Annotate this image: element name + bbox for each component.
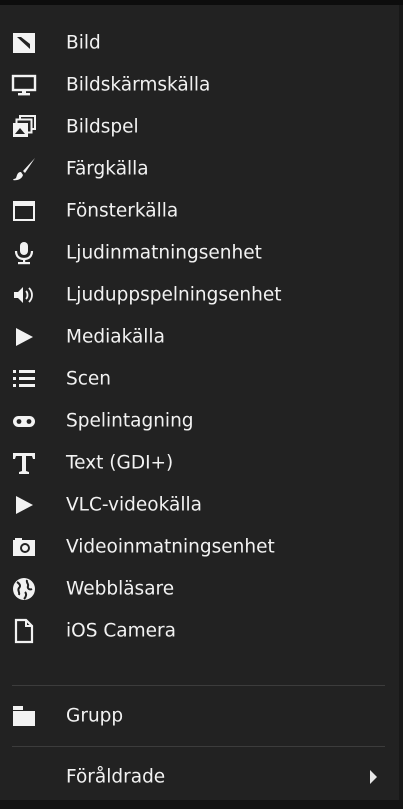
menu-item-label: iOS Camera xyxy=(66,620,176,642)
menu-item-label: Färgkälla xyxy=(66,158,149,180)
microphone-icon xyxy=(10,239,38,267)
menu-item-bild[interactable]: Bild xyxy=(0,22,399,64)
menu-item-label: Ljudinmatningsenhet xyxy=(66,242,262,264)
menu-item-label: Mediakälla xyxy=(66,326,165,348)
menu-item-mediakalla[interactable]: Mediakälla xyxy=(0,316,399,358)
add-source-context-menu: Bild Bildskärmskälla Bildspel Färgkälla … xyxy=(0,0,403,809)
menu-item-text-gdi[interactable]: Text (GDI+) xyxy=(0,442,399,484)
menu-item-label: Grupp xyxy=(66,705,124,727)
menu-item-label: VLC-videokälla xyxy=(66,494,202,516)
monitor-icon xyxy=(10,71,38,99)
image-icon xyxy=(10,29,38,57)
menu-separator xyxy=(12,746,385,747)
file-icon xyxy=(10,617,38,645)
menu-item-spelintagning[interactable]: Spelintagning xyxy=(0,400,399,442)
menu-item-label: Text (GDI+) xyxy=(66,452,174,474)
window-icon xyxy=(10,197,38,225)
menu-item-label: Ljuduppspelningsenhet xyxy=(66,284,282,306)
menu-separator xyxy=(12,685,385,686)
menu-item-foraldrade[interactable]: Föråldrade xyxy=(0,756,399,798)
menu-item-label: Bild xyxy=(66,32,101,54)
menu-item-label: Videoinmatningsenhet xyxy=(66,536,275,558)
chevron-right-icon xyxy=(370,770,377,784)
menu-item-bildskarmskalla[interactable]: Bildskärmskälla xyxy=(0,64,399,106)
menu-item-label: Bildspel xyxy=(66,116,139,138)
speaker-icon xyxy=(10,281,38,309)
menu-item-label: Föråldrade xyxy=(66,766,166,788)
play-icon xyxy=(10,491,38,519)
camera-icon xyxy=(10,533,38,561)
menu-item-webblasare[interactable]: Webbläsare xyxy=(0,568,399,610)
menu-item-ljuduppspelningsenhet[interactable]: Ljuduppspelningsenhet xyxy=(0,274,399,316)
play-icon xyxy=(10,323,38,351)
brush-icon xyxy=(10,155,38,183)
menu-item-bildspel[interactable]: Bildspel xyxy=(0,106,399,148)
menu-item-ljudinmatningsenhet[interactable]: Ljudinmatningsenhet xyxy=(0,232,399,274)
menu-item-scen[interactable]: Scen xyxy=(0,358,399,400)
list-icon xyxy=(10,365,38,393)
globe-icon xyxy=(10,575,38,603)
menu-item-fargkalla[interactable]: Färgkälla xyxy=(0,148,399,190)
menu-item-label: Spelintagning xyxy=(66,410,194,432)
gamepad-icon xyxy=(10,407,38,435)
menu-item-grupp[interactable]: Grupp xyxy=(0,695,399,737)
menu-item-label: Bildskärmskälla xyxy=(66,74,211,96)
menu-item-videoinmatningsenhet[interactable]: Videoinmatningsenhet xyxy=(0,526,399,568)
text-icon xyxy=(10,449,38,477)
folder-icon xyxy=(10,702,38,730)
menu-item-ios-camera[interactable]: iOS Camera xyxy=(0,610,399,652)
slideshow-icon xyxy=(10,113,38,141)
menu-top-edge xyxy=(0,0,403,5)
menu-item-label: Webbläsare xyxy=(66,578,175,600)
menu-bottom-edge xyxy=(0,800,403,809)
menu-item-label: Scen xyxy=(66,368,112,390)
menu-item-vlc-videokalla[interactable]: VLC-videokälla xyxy=(0,484,399,526)
menu-item-fonsterkalla[interactable]: Fönsterkälla xyxy=(0,190,399,232)
menu-item-label: Fönsterkälla xyxy=(66,200,179,222)
